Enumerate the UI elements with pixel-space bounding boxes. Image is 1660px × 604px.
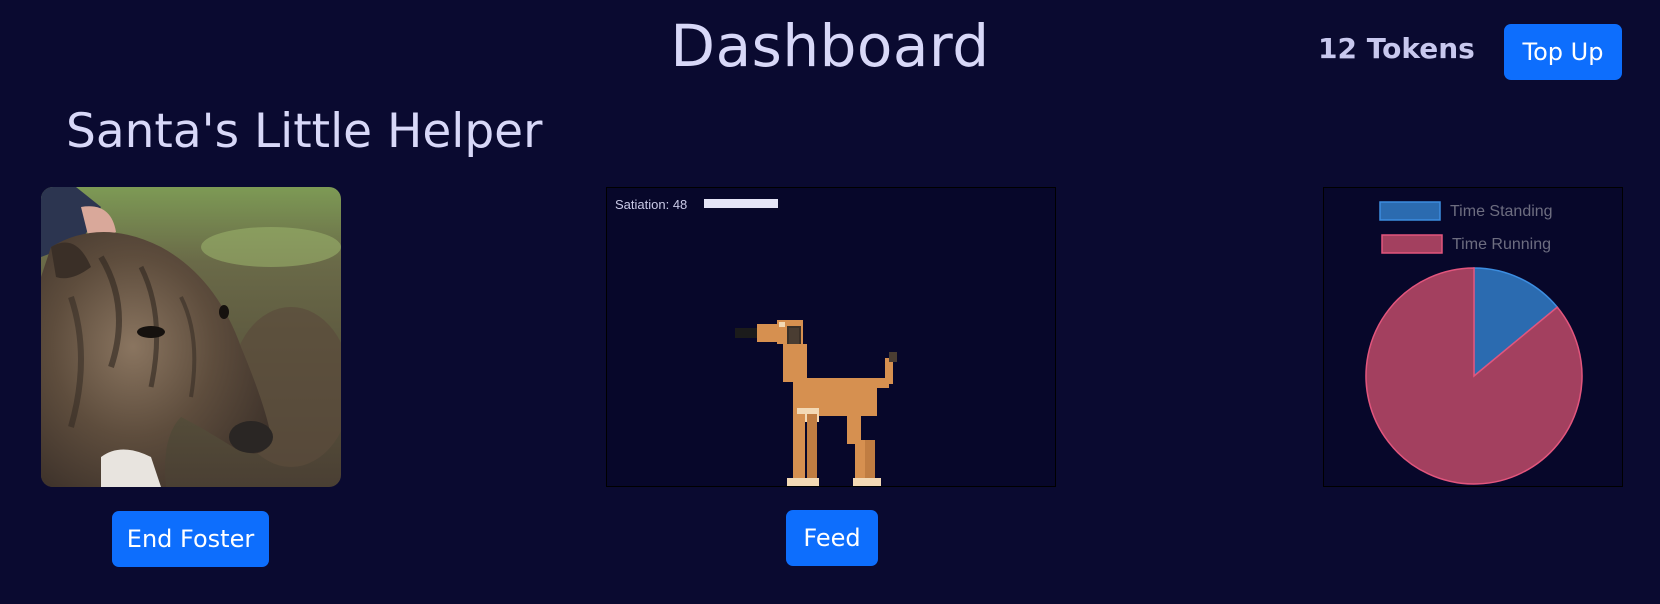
activity-pie-chart: Time Standing Time Running [1323, 187, 1623, 487]
pet-game-canvas[interactable]: Satiation: 48 [606, 187, 1056, 487]
pet-name: Santa's Little Helper [66, 104, 543, 159]
token-balance: 12 Tokens [1318, 32, 1475, 65]
legend-swatch-1[interactable] [1381, 234, 1443, 254]
pet-photo [41, 187, 341, 487]
legend-swatch-0[interactable] [1379, 201, 1441, 221]
end-foster-button[interactable]: End Foster [112, 511, 269, 567]
satiation-bar-fill [704, 199, 778, 208]
top-up-button[interactable]: Top Up [1504, 24, 1622, 80]
feed-button[interactable]: Feed [786, 510, 878, 566]
legend-label-1: Time Running [1452, 236, 1551, 253]
dog-sprite [735, 320, 897, 486]
satiation-label: Satiation: 48 [615, 197, 688, 212]
legend-label-0: Time Standing [1450, 203, 1553, 220]
satiation-bar [704, 199, 778, 208]
